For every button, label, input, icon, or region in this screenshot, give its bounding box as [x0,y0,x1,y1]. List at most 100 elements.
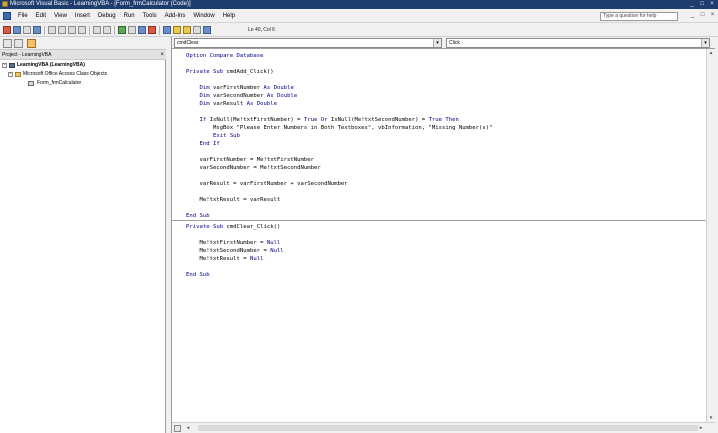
menu-view[interactable]: View [50,9,71,23]
chevron-down-icon[interactable]: ▾ [433,39,441,47]
code-line[interactable]: End If [186,140,219,148]
code-line[interactable]: varResult = varFirstNumber + varSecondNu… [186,180,347,188]
horizontal-scrollbar[interactable]: ◂ ▸ [172,422,715,433]
view-access-icon[interactable] [3,26,11,34]
code-line[interactable]: varFirstNumber = Me!txtFirstNumber [186,156,314,164]
reset-icon[interactable] [138,26,146,34]
vba-app-icon[interactable] [2,1,8,7]
scroll-left-icon[interactable]: ◂ [184,424,192,432]
toolbar-separator [159,25,160,35]
object-dropdown[interactable]: cmdClear ▾ [174,38,442,48]
help-search-input[interactable]: Type a question for help [600,12,678,21]
code-line[interactable]: Exit Sub [186,132,240,140]
close-icon[interactable]: × [160,51,164,59]
tree-node-project[interactable]: - LearningVBA (LearningVBA) [0,61,166,70]
menu-help[interactable]: Help [219,9,239,23]
project-caption: Project - LearningVBA × [0,50,166,60]
code-line[interactable]: Me!txtResult = varResult [186,196,280,204]
break-icon[interactable] [128,26,136,34]
window-controls: _ □ × [688,1,716,8]
tree-node-form[interactable]: Form_frmCalculator [0,79,166,88]
code-line[interactable]: Private Sub cmdAdd_Click() [186,68,274,76]
code-line[interactable]: Me!txtSecondNumber = Null [186,247,283,255]
collapse-icon[interactable]: - [2,63,7,68]
title-bar: Microsoft Visual Basic - LearningVBA - [… [0,0,718,9]
code-line[interactable]: Dim varSecondNumber As Double [186,92,297,100]
code-line[interactable]: Option Compare Database [186,52,264,60]
toggle-folders-icon[interactable] [27,39,36,48]
menu-tools[interactable]: Tools [139,9,161,23]
view-code-icon[interactable] [3,39,12,48]
folder-icon [15,72,21,77]
paste-icon[interactable] [68,26,76,34]
child-restore-button[interactable]: □ [699,12,706,19]
redo-icon[interactable] [103,26,111,34]
project-tree: - LearningVBA (LearningVBA) - Microsoft … [0,61,166,88]
help-icon[interactable] [203,26,211,34]
code-window: cmdClear ▾ Click ▾ Option Compare Databa… [171,37,715,433]
project-explorer: Project - LearningVBA × - LearningVBA (L… [0,37,166,433]
project-icon [9,63,15,68]
run-icon[interactable] [118,26,126,34]
code-line[interactable]: End Sub [186,271,210,279]
menu-items: File Edit View Insert Debug Run Tools Ad… [14,9,239,23]
procedure-view-icon[interactable] [174,425,181,432]
vertical-scrollbar[interactable]: ▴ ▾ [706,49,714,422]
child-window-controls: _ □ × [689,12,716,19]
form-icon [28,81,34,86]
tree-node-label: LearningVBA (LearningVBA) [17,62,85,68]
code-dropdowns: cmdClear ▾ Click ▾ [172,37,715,49]
maximize-button[interactable]: □ [698,1,706,8]
minimize-button[interactable]: _ [688,1,696,8]
tree-node-label: Microsoft Office Access Class Objects [23,71,108,77]
toolbar-buttons [3,25,211,35]
procedure-separator [172,220,707,221]
code-line[interactable]: End Sub [186,212,210,220]
menu-add-ins[interactable]: Add-Ins [161,9,190,23]
scroll-down-icon[interactable]: ▾ [707,414,715,422]
code-line[interactable]: If IsNull(Me!txtFirstNumber) = True Or I… [186,116,458,124]
document-icon[interactable] [3,12,11,20]
scroll-up-icon[interactable]: ▴ [707,49,715,57]
object-browser-icon[interactable] [183,26,191,34]
project-caption-text: Project - LearningVBA [2,52,52,58]
window-title: Microsoft Visual Basic - LearningVBA - [… [10,1,191,7]
child-close-button[interactable]: × [709,12,716,19]
insert-module-icon[interactable] [13,26,21,34]
toolbox-icon[interactable] [193,26,201,34]
tree-node-label: Form_frmCalculator [37,80,82,86]
cut-icon[interactable] [48,26,56,34]
code-editor[interactable]: Option Compare Database Private Sub cmdAd… [172,49,707,422]
code-line[interactable]: Dim varResult As Double [186,100,277,108]
undo-icon[interactable] [93,26,101,34]
menu-window[interactable]: Window [189,9,218,23]
code-line[interactable]: Dim varFirstNumber As Double [186,84,293,92]
procedure-dropdown[interactable]: Click ▾ [446,38,710,48]
menu-debug[interactable]: Debug [94,9,120,23]
scroll-thumb[interactable] [198,425,698,431]
code-line[interactable]: Me!txtFirstNumber = Null [186,239,280,247]
scroll-right-icon[interactable]: ▸ [697,424,705,432]
menu-insert[interactable]: Insert [71,9,94,23]
code-line[interactable]: varSecondNumber = Me!txtSecondNumber [186,164,320,172]
project-explorer-icon[interactable] [163,26,171,34]
properties-window-icon[interactable] [173,26,181,34]
tree-node-folder[interactable]: - Microsoft Office Access Class Objects [0,70,166,79]
object-dropdown-value: cmdClear [177,40,199,46]
view-object-icon[interactable] [14,39,23,48]
collapse-icon[interactable]: - [8,72,13,77]
code-line[interactable]: Me!txtResult = Null [186,255,263,263]
copy-icon[interactable] [58,26,66,34]
menu-run[interactable]: Run [120,9,139,23]
code-line[interactable]: Private Sub cmdClear_Click() [186,223,280,231]
save-icon[interactable] [33,26,41,34]
dropdown-arrow-icon[interactable] [23,26,31,34]
chevron-down-icon[interactable]: ▾ [701,39,709,47]
design-mode-icon[interactable] [148,26,156,34]
find-icon[interactable] [78,26,86,34]
child-minimize-button[interactable]: _ [689,12,696,19]
code-line[interactable]: MsgBox "Please Enter Numbers in Both Tex… [186,124,493,132]
menu-file[interactable]: File [14,9,32,23]
close-button[interactable]: × [708,1,716,8]
menu-edit[interactable]: Edit [32,9,50,23]
